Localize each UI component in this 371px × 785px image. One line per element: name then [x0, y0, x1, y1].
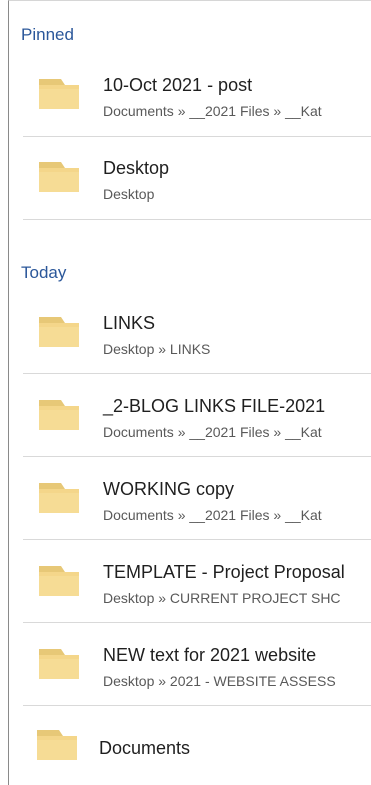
pinned-section-title: Pinned [21, 25, 74, 44]
list-item-template[interactable]: TEMPLATE - Project Proposal Desktop » CU… [23, 550, 371, 623]
folder-icon [39, 649, 79, 679]
list-item-working-copy[interactable]: WORKING copy Documents » __2021 Files » … [23, 467, 371, 540]
item-path: Documents » __2021 Files » __Kat [103, 424, 322, 440]
item-path: Desktop » CURRENT PROJECT SHC [103, 590, 341, 606]
folder-icon [39, 400, 79, 430]
list-item-pinned-10-oct[interactable]: 10-Oct 2021 - post Documents » __2021 Fi… [23, 63, 371, 137]
folder-icon [39, 483, 79, 513]
folder-icon [37, 730, 77, 760]
list-item-documents[interactable]: Documents [21, 716, 371, 782]
list-item-pinned-desktop[interactable]: Desktop Desktop [23, 146, 371, 220]
list-item-new-text[interactable]: NEW text for 2021 website Desktop » 2021… [23, 633, 371, 706]
folder-icon [39, 162, 79, 192]
item-path: Desktop » LINKS [103, 341, 211, 357]
item-path: Documents » __2021 Files » __Kat [103, 103, 322, 119]
item-path: Documents » __2021 Files » __Kat [103, 507, 322, 523]
item-name: WORKING copy [103, 479, 235, 499]
item-name: TEMPLATE - Project Proposal [103, 562, 345, 582]
today-section-title: Today [21, 263, 67, 282]
folder-icon [39, 79, 79, 109]
folder-icon [39, 317, 79, 347]
item-name: NEW text for 2021 website [103, 645, 317, 665]
item-path: Desktop [103, 186, 155, 202]
item-name: Documents [99, 738, 191, 758]
item-name: _2-BLOG LINKS FILE-2021 [103, 396, 326, 416]
list-item-blog-links[interactable]: _2-BLOG LINKS FILE-2021 Documents » __20… [23, 384, 371, 457]
item-name: Desktop [103, 158, 170, 178]
recent-folders-panel: Pinned 10-Oct 2021 - post Documents » __… [8, 0, 371, 785]
item-path: Desktop » 2021 - WEBSITE ASSESS [103, 673, 336, 689]
item-name: LINKS [103, 313, 156, 333]
list-item-links[interactable]: LINKS Desktop » LINKS [23, 301, 371, 374]
folder-icon [39, 566, 79, 596]
item-name: 10-Oct 2021 - post [103, 75, 253, 95]
